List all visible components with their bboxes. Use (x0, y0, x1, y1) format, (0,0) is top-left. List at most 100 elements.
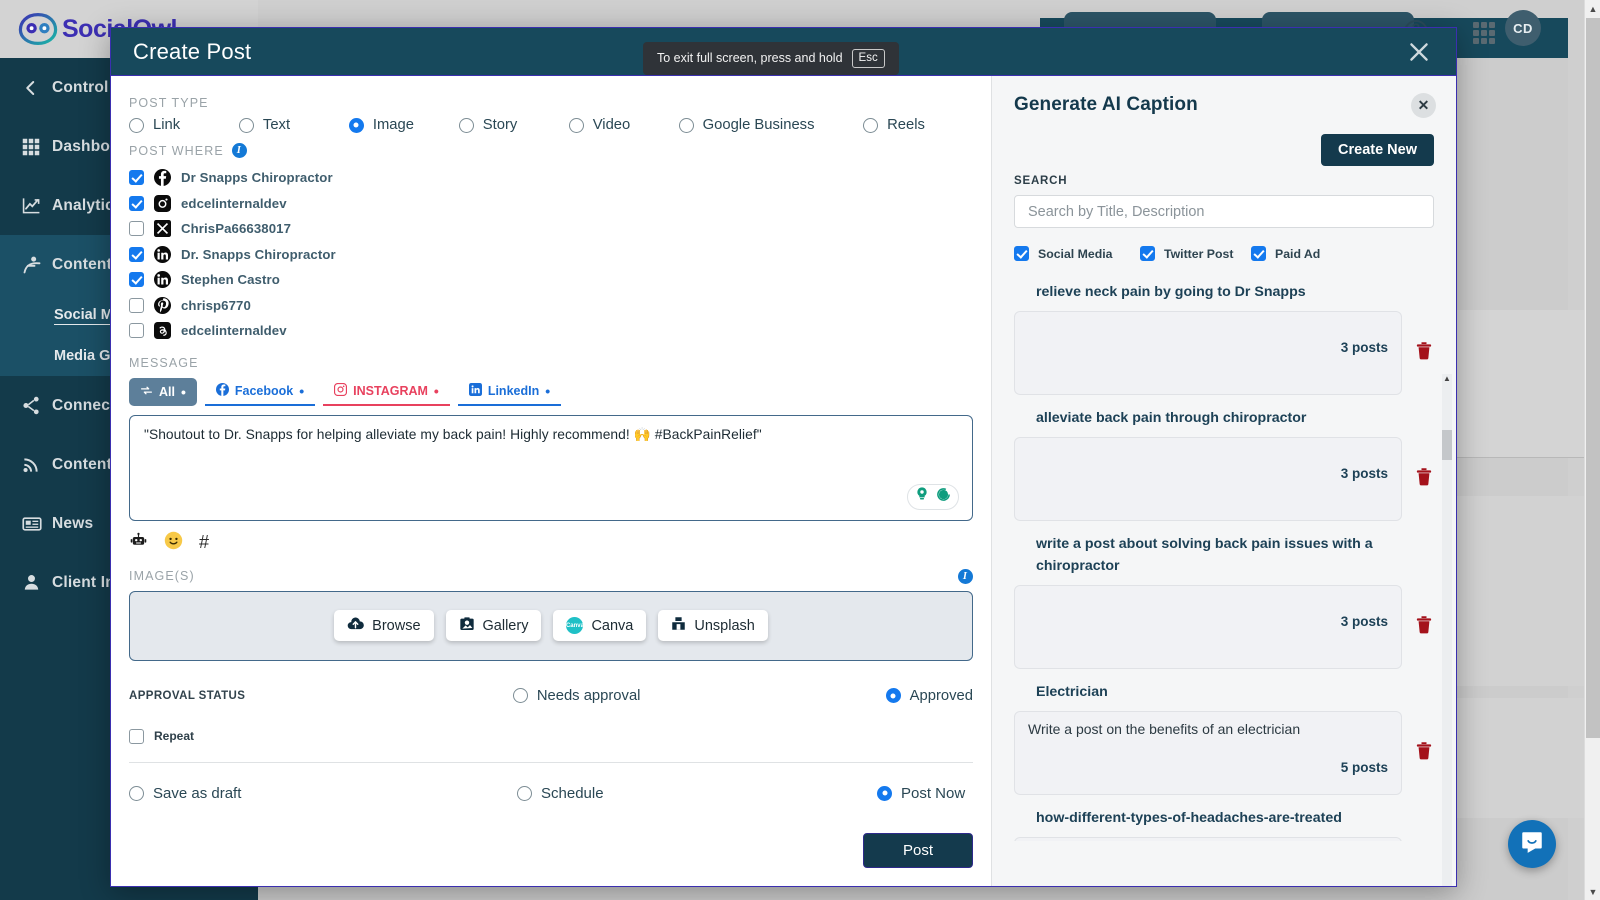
page-scrollbar[interactable]: ▲ ▼ (1584, 0, 1600, 900)
account-name: Stephen Castro (181, 272, 280, 287)
chat-support-button[interactable] (1508, 820, 1556, 868)
message-label-text: MESSAGE (129, 356, 199, 370)
delete-button[interactable] (1414, 741, 1434, 766)
account-row[interactable]: chrisp6770 (129, 293, 973, 319)
account-checkbox[interactable] (129, 170, 144, 185)
delete-button[interactable] (1414, 615, 1434, 640)
canva-button[interactable]: Canva Canva (553, 610, 646, 641)
caption-card[interactable]: 3 posts (1014, 437, 1402, 521)
filter-paid-ad[interactable]: Paid Ad (1251, 246, 1320, 261)
publish-save-as-draft[interactable]: Save as draft (129, 785, 517, 802)
image-dropzone[interactable]: Browse Gallery Canva Canva Unsplash (129, 591, 973, 661)
linkedin-icon (154, 246, 171, 263)
apps-grid-icon[interactable] (1473, 22, 1495, 44)
scroll-thumb[interactable] (1586, 18, 1600, 738)
approval-approved[interactable]: Approved (886, 688, 973, 704)
search-input[interactable]: Search by Title, Description (1014, 195, 1434, 228)
message-tab-all[interactable]: All • (129, 378, 197, 406)
grammarly-icon[interactable] (935, 486, 952, 508)
linkedin-icon (154, 271, 171, 288)
modal-close-button[interactable] (1406, 39, 1432, 65)
publish-schedule[interactable]: Schedule (517, 785, 877, 802)
hashtag-icon[interactable]: # (199, 532, 209, 553)
account-row[interactable]: Dr. Snapps Chiropractor (129, 242, 973, 268)
avatar[interactable]: CD (1505, 10, 1541, 46)
account-row[interactable]: edcelinternaldev (129, 318, 973, 344)
gallery-button[interactable]: Gallery (446, 610, 542, 641)
option-label: Needs approval (537, 688, 641, 704)
delete-button[interactable] (1414, 467, 1434, 492)
info-icon[interactable]: i (958, 569, 973, 584)
caption-card[interactable]: 3 posts (1014, 585, 1402, 669)
radio-indicator (877, 786, 892, 801)
account-checkbox[interactable] (129, 272, 144, 287)
message-textarea[interactable]: "Shoutout to Dr. Snapps for helping alle… (129, 415, 973, 521)
scroll-up-arrow[interactable]: ▲ (1585, 0, 1600, 17)
filter-checkbox[interactable] (1251, 246, 1266, 261)
robot-icon[interactable] (129, 532, 148, 554)
account-row[interactable]: Stephen Castro (129, 267, 973, 293)
caption-card[interactable]: Write a post on the benefits of an elect… (1014, 711, 1402, 795)
scroll-up-arrow[interactable]: ▲ (1442, 374, 1452, 383)
caption-card[interactable] (1014, 837, 1402, 841)
radio-indicator (517, 786, 532, 801)
post-type-link[interactable]: Link (129, 117, 239, 133)
button-label: Gallery (483, 618, 529, 634)
message-tab-linkedin[interactable]: LinkedIn • (458, 377, 561, 406)
repeat-row[interactable]: Repeat (129, 729, 973, 744)
lightbulb-icon[interactable] (914, 486, 930, 507)
post-type-story[interactable]: Story (459, 117, 569, 133)
account-row[interactable]: edcelinternaldev (129, 191, 973, 217)
account-checkbox[interactable] (129, 247, 144, 262)
pinterest-icon (154, 297, 171, 314)
tab-label: LinkedIn (488, 384, 539, 398)
radio-indicator (129, 118, 144, 133)
post-type-video[interactable]: Video (569, 117, 679, 133)
scroll-down-arrow[interactable]: ▼ (1585, 883, 1600, 900)
account-checkbox[interactable] (129, 196, 144, 211)
browse-button[interactable]: Browse (334, 610, 433, 641)
post-type-image[interactable]: Image (349, 117, 459, 133)
unsplash-button[interactable]: Unsplash (658, 610, 767, 641)
post-type-text[interactable]: Text (239, 117, 349, 133)
publish-post-now[interactable]: Post Now (877, 785, 965, 802)
account-checkbox[interactable] (129, 323, 144, 338)
approval-needs-approval[interactable]: Needs approval (513, 688, 886, 704)
account-checkbox[interactable] (129, 298, 144, 313)
radio-indicator (513, 688, 528, 703)
filter-label: Social Media (1038, 247, 1113, 261)
sidebar-item-label: Control (52, 79, 109, 97)
delete-button[interactable] (1414, 341, 1434, 366)
caption-card[interactable]: 3 posts (1014, 311, 1402, 395)
sidebar-item-label: Content (52, 456, 112, 474)
info-icon[interactable]: i (232, 143, 247, 158)
post-type-reels[interactable]: Reels (863, 117, 973, 133)
radio-indicator (239, 118, 254, 133)
grammarly-widget[interactable] (907, 484, 959, 510)
post-button[interactable]: Post (863, 833, 973, 868)
repeat-checkbox[interactable] (129, 729, 144, 744)
account-row[interactable]: Dr Snapps Chiropractor (129, 165, 973, 191)
approval-status-label: APPROVAL STATUS (129, 690, 513, 702)
post-type-google-business[interactable]: Google Business (679, 117, 863, 133)
filter-social-media[interactable]: Social Media (1014, 246, 1140, 261)
background-card-a (1448, 310, 1600, 458)
ai-panel-scrollbar[interactable]: ▲ (1442, 374, 1452, 886)
message-tab-facebook[interactable]: Facebook • (205, 377, 315, 406)
message-label: MESSAGE (129, 356, 973, 370)
create-new-button[interactable]: Create New (1321, 134, 1434, 166)
divider (129, 762, 973, 763)
option-label: Story (483, 117, 518, 133)
scroll-thumb[interactable] (1442, 430, 1452, 460)
ai-panel-close-button[interactable]: ✕ (1411, 93, 1436, 118)
filter-checkbox[interactable] (1140, 246, 1155, 261)
option-label: Text (263, 117, 290, 133)
filter-checkbox[interactable] (1014, 246, 1029, 261)
message-tab-instagram[interactable]: INSTAGRAM • (323, 377, 450, 406)
emoji-icon[interactable] (164, 531, 183, 555)
account-name: edcelinternaldev (181, 323, 287, 338)
account-checkbox[interactable] (129, 221, 144, 236)
account-row[interactable]: ChrisPa66638017 (129, 216, 973, 242)
filter-twitter-post[interactable]: Twitter Post (1140, 246, 1251, 261)
approval-status-row: APPROVAL STATUS Needs approval Approved (129, 685, 973, 707)
